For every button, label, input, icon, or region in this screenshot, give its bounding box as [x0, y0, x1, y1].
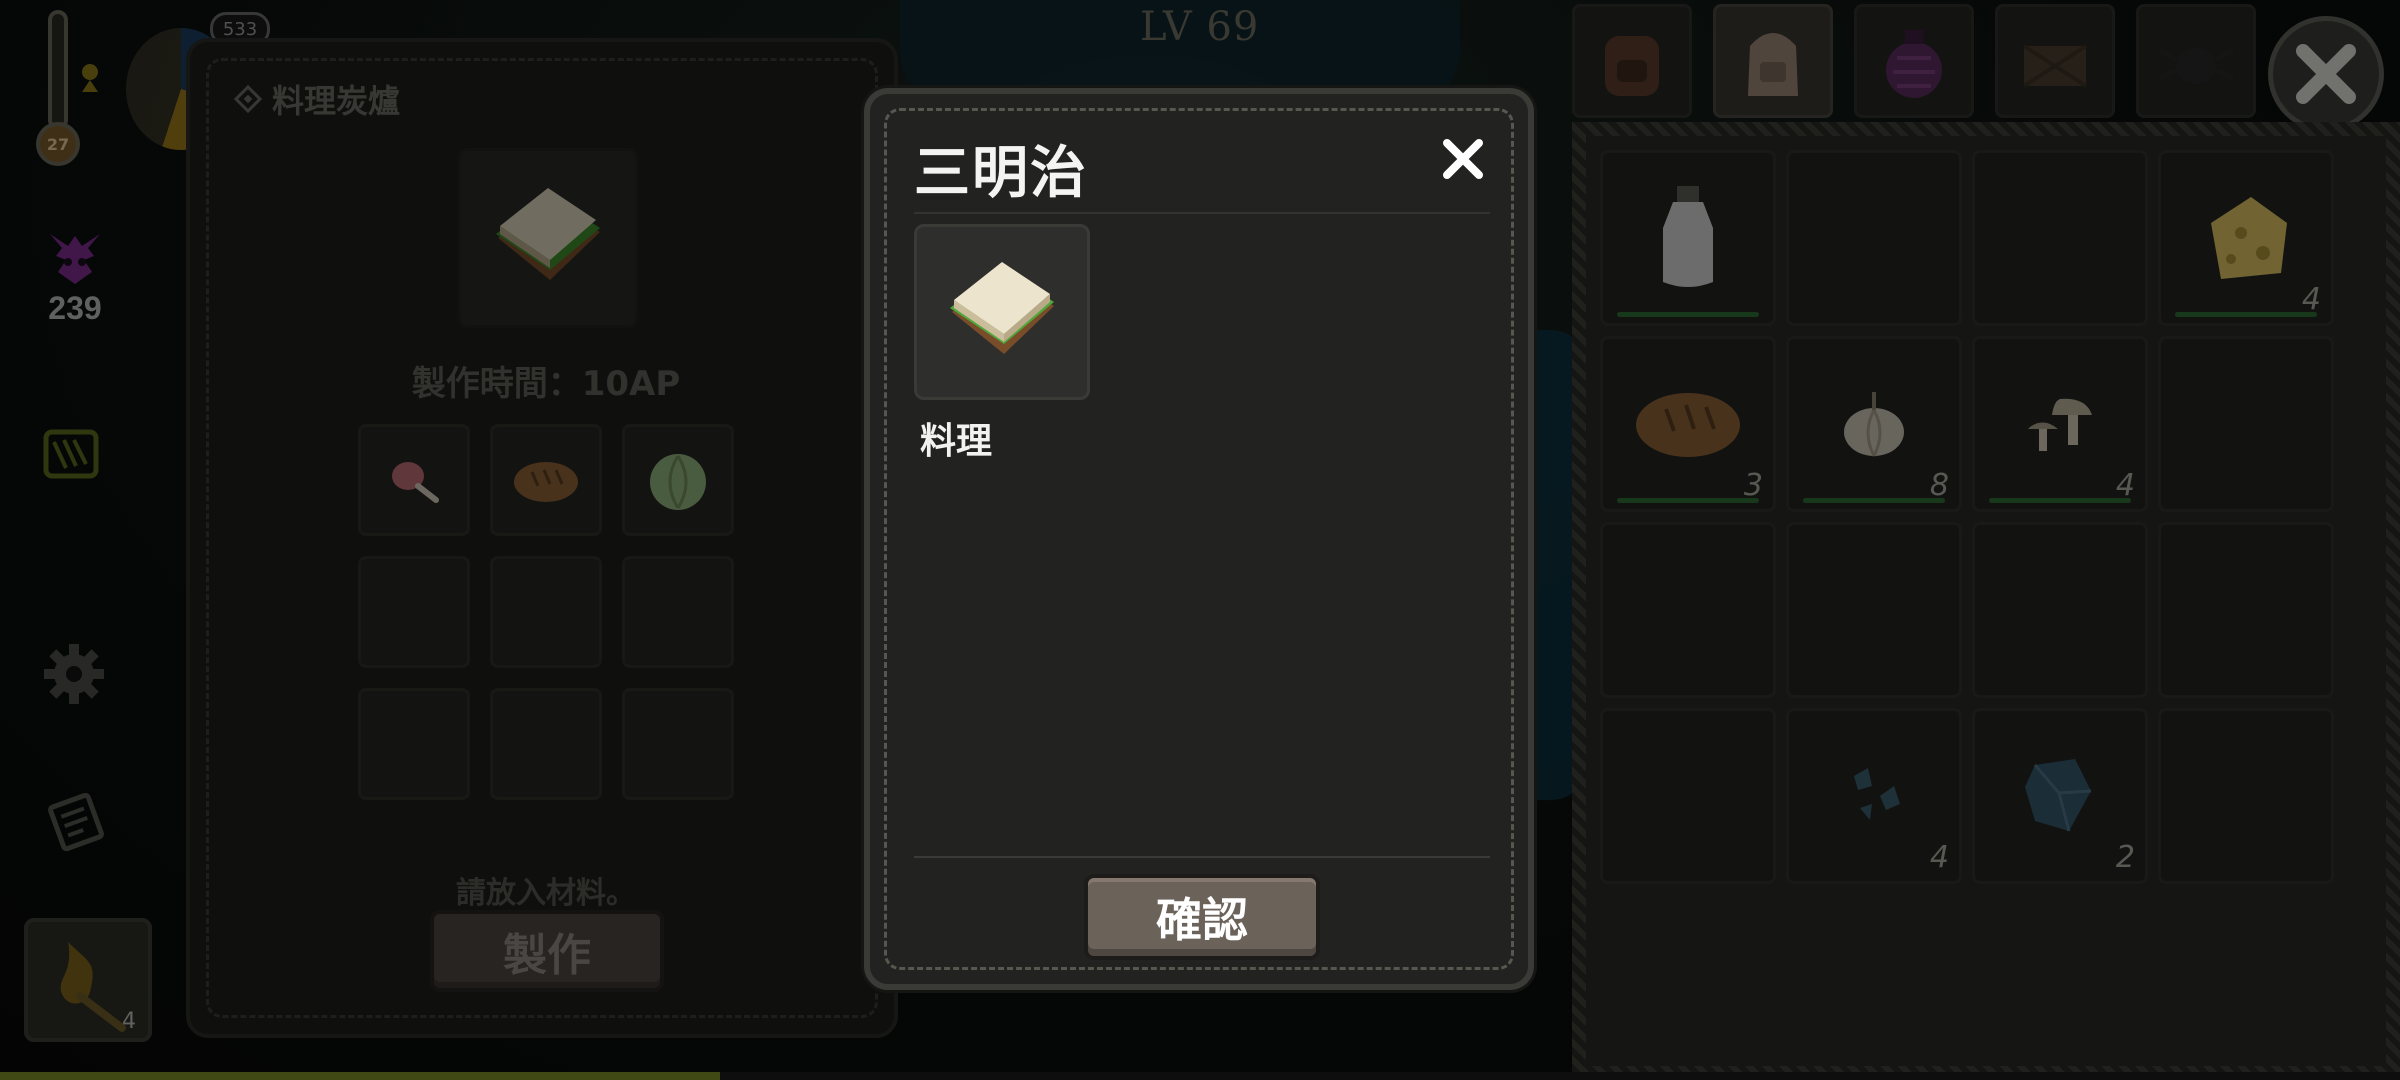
confirm-button[interactable]: 確認 — [1084, 874, 1320, 960]
item-category: 料理 — [920, 421, 993, 462]
dialog-title: 三明治 — [914, 141, 1088, 206]
divider — [914, 212, 1490, 214]
item-detail-dialog: 三明治 料理 確認 — [864, 88, 1534, 990]
sandwich-icon — [950, 262, 1054, 354]
divider — [914, 856, 1490, 858]
dialog-close-button[interactable] — [1436, 132, 1490, 186]
item-preview-slot — [914, 224, 1090, 400]
close-icon — [1443, 139, 1483, 179]
